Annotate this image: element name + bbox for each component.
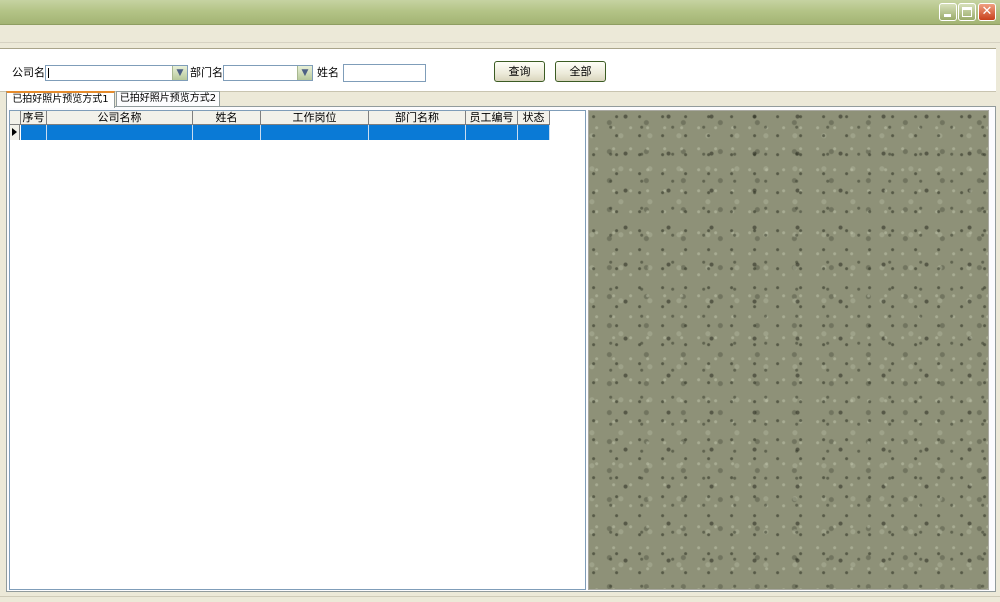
cell-status[interactable]	[518, 125, 550, 140]
menu-strip	[0, 25, 1000, 43]
row-indicator[interactable]	[10, 125, 20, 140]
name-input[interactable]	[343, 64, 426, 82]
maximize-icon	[962, 7, 972, 17]
cell-department[interactable]	[369, 125, 466, 140]
minimize-button[interactable]	[939, 3, 957, 21]
close-button[interactable]: ✕	[978, 3, 996, 21]
company-combobox[interactable]: ▼	[45, 65, 188, 81]
employee-grid[interactable]: 序号 公司名称 姓名 工作岗位 部门名称 员工编号 状态	[9, 110, 586, 590]
column-header-name[interactable]: 姓名	[193, 111, 261, 125]
window-bottom-edge	[0, 596, 1000, 602]
department-label: 部门名	[190, 66, 223, 79]
chevron-down-icon[interactable]: ▼	[297, 66, 312, 80]
minimize-icon	[944, 14, 951, 17]
cell-company[interactable]	[47, 125, 193, 140]
name-label: 姓名	[317, 66, 339, 79]
column-header-department[interactable]: 部门名称	[369, 111, 466, 125]
all-button[interactable]: 全部	[555, 61, 606, 82]
tab-preview-mode-2[interactable]: 已拍好照片预览方式2	[116, 91, 220, 107]
cell-position[interactable]	[261, 125, 369, 140]
close-icon: ✕	[981, 4, 993, 19]
cell-index[interactable]	[21, 125, 47, 140]
column-header-company[interactable]: 公司名称	[47, 111, 193, 125]
department-combobox[interactable]: ▼	[223, 65, 313, 81]
query-button[interactable]: 查询	[494, 61, 545, 82]
tab-preview-mode-1[interactable]: 已拍好照片预览方式1	[6, 91, 115, 108]
text-caret	[48, 68, 49, 78]
cell-name[interactable]	[193, 125, 261, 140]
current-row-arrow-icon	[12, 128, 17, 136]
column-header-status[interactable]: 状态	[518, 111, 550, 125]
filter-toolbar: 公司名 ▼ 部门名 ▼ 姓名 查询 全部	[0, 48, 996, 92]
chevron-down-icon[interactable]: ▼	[172, 66, 187, 80]
photo-preview	[588, 110, 989, 590]
column-header-position[interactable]: 工作岗位	[261, 111, 369, 125]
column-header-employee-id[interactable]: 员工编号	[466, 111, 518, 125]
grid-corner-cell	[10, 111, 21, 125]
column-header-index[interactable]: 序号	[21, 111, 47, 125]
title-bar[interactable]: ✕	[0, 0, 1000, 25]
company-label: 公司名	[12, 66, 45, 79]
cell-employee-id[interactable]	[466, 125, 518, 140]
maximize-button[interactable]	[958, 3, 976, 21]
